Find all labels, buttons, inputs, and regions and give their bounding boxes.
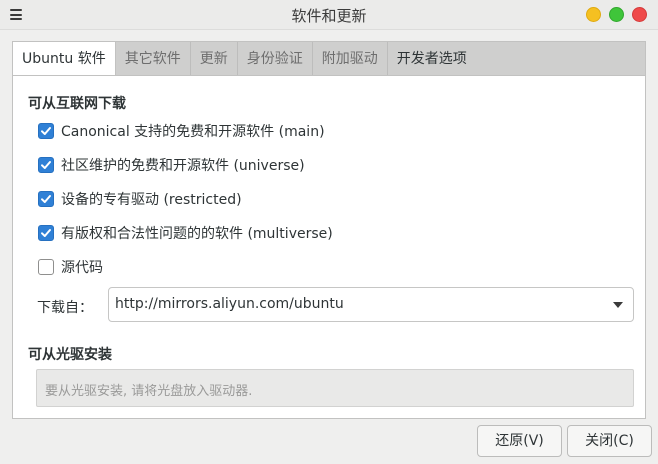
checkbox-universe[interactable] (38, 157, 54, 173)
title-bar: 软件和更新 (0, 0, 658, 30)
checkbox-multiverse[interactable] (38, 225, 54, 241)
checkmark-icon (41, 127, 51, 135)
dropdown-arrow-icon (613, 302, 623, 308)
option-universe[interactable]: 社区维护的免费和开源软件 (universe) (38, 155, 305, 175)
checkbox-main[interactable] (38, 123, 54, 139)
option-multiverse[interactable]: 有版权和合法性问题的的软件 (multiverse) (38, 223, 333, 243)
download-server-value: http://mirrors.aliyun.com/ubuntu (115, 296, 344, 312)
close-window-button[interactable] (632, 7, 647, 22)
close-button[interactable]: 关闭(C) (567, 425, 652, 457)
cdrom-placeholder: 要从光驱安装, 请将光盘放入驱动器. (45, 384, 253, 399)
download-server-dropdown[interactable]: http://mirrors.aliyun.com/ubuntu (108, 287, 634, 322)
revert-button[interactable]: 还原(V) (477, 425, 562, 457)
maximize-button[interactable] (609, 7, 624, 22)
checkbox-source-code[interactable] (38, 259, 54, 275)
tab-ubuntu-software[interactable]: Ubuntu 软件 (13, 42, 116, 77)
checkmark-icon (41, 161, 51, 169)
tab-additional-drivers[interactable]: 附加驱动 (313, 42, 388, 76)
tab-other-software[interactable]: 其它软件 (116, 42, 191, 76)
option-multiverse-label: 有版权和合法性问题的的软件 (multiverse) (61, 226, 333, 242)
checkmark-icon (41, 229, 51, 237)
cdrom-source-box: 要从光驱安装, 请将光盘放入驱动器. (36, 369, 634, 407)
checkmark-icon (41, 195, 51, 203)
option-source-code[interactable]: 源代码 (38, 257, 103, 277)
minimize-button[interactable] (586, 7, 601, 22)
option-restricted[interactable]: 设备的专有驱动 (restricted) (38, 189, 242, 209)
tab-developer-options[interactable]: 开发者选项 (388, 42, 476, 76)
checkbox-restricted[interactable] (38, 191, 54, 207)
option-restricted-label: 设备的专有驱动 (restricted) (61, 192, 242, 208)
ubuntu-software-panel: 可从互联网下载 Canonical 支持的免费和开源软件 (main) 社区维护… (12, 75, 646, 419)
tab-authentication[interactable]: 身份验证 (238, 42, 313, 76)
download-from-label: 下载自： (37, 300, 93, 316)
internet-section-heading: 可从互联网下载 (28, 96, 126, 112)
option-source-code-label: 源代码 (61, 260, 103, 276)
tab-bar: Ubuntu 软件 其它软件 更新 身份验证 附加驱动 开发者选项 (12, 41, 646, 77)
option-main-label: Canonical 支持的免费和开源软件 (main) (61, 124, 325, 140)
cdrom-section-heading: 可从光驱安装 (28, 347, 112, 363)
option-universe-label: 社区维护的免费和开源软件 (universe) (61, 158, 305, 174)
tab-updates[interactable]: 更新 (191, 42, 238, 76)
window-title: 软件和更新 (291, 7, 367, 25)
option-main[interactable]: Canonical 支持的免费和开源软件 (main) (38, 121, 325, 141)
